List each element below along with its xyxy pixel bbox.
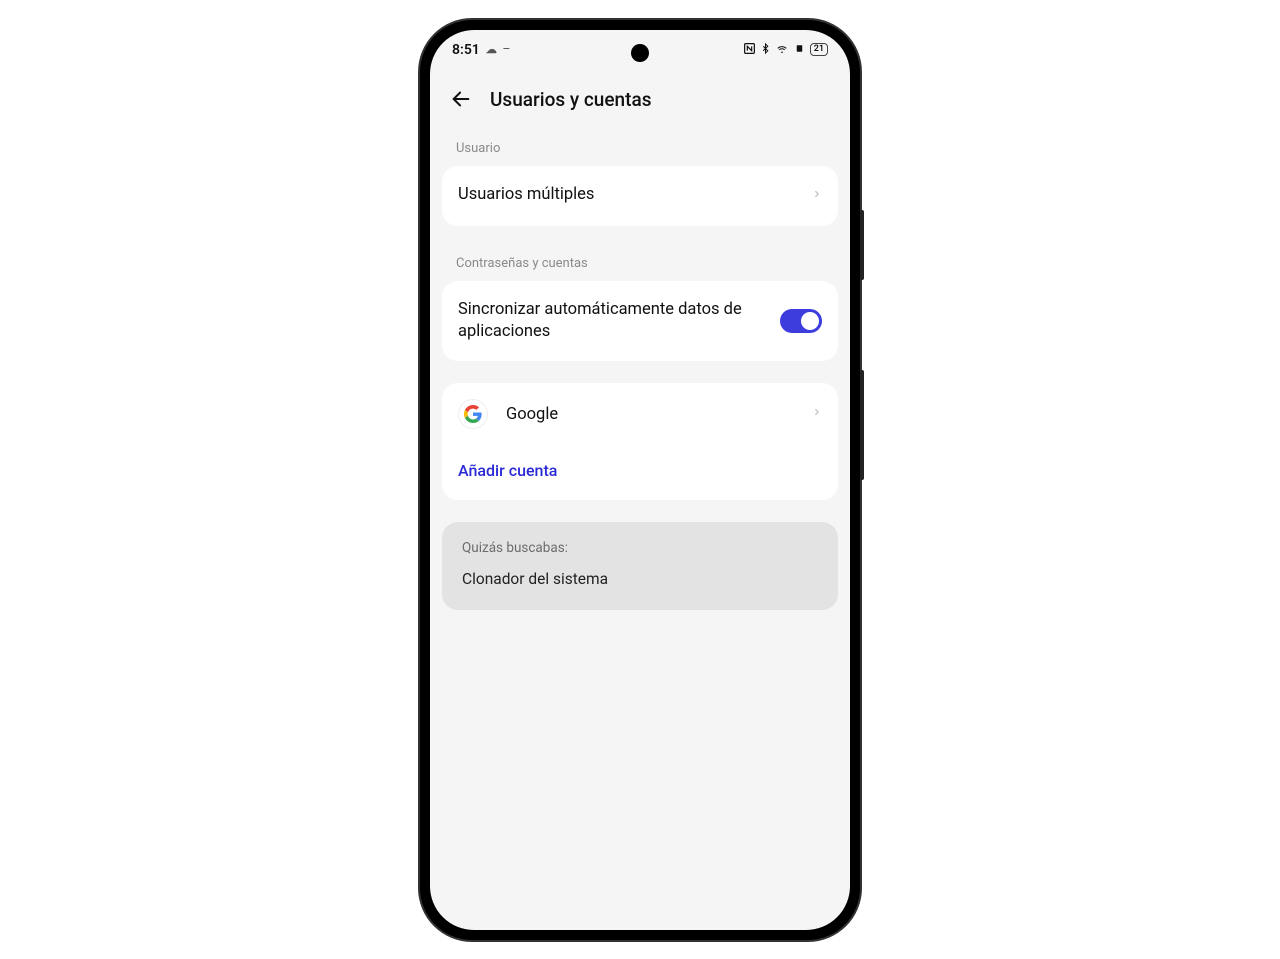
status-left: 8:51 ☁ — xyxy=(452,42,510,58)
wifi-icon xyxy=(775,42,789,58)
card-autosync: Sincronizar automáticamente datos de apl… xyxy=(442,281,838,362)
status-time: 8:51 xyxy=(452,42,480,58)
add-account-button[interactable]: Añadir cuenta xyxy=(442,445,838,500)
minus-icon: — xyxy=(503,45,510,55)
google-icon xyxy=(458,399,488,429)
row-google-account[interactable]: Google xyxy=(442,383,838,445)
content: Usuario Usuarios múltiples Contraseñas y… xyxy=(430,133,850,611)
section-label-user: Usuario xyxy=(442,133,838,166)
account-label: Google xyxy=(506,405,794,424)
toggle-knob xyxy=(801,312,819,330)
phone-frame: 8:51 ☁ — 21 xyxy=(420,20,860,940)
vibrate-icon xyxy=(793,43,806,57)
bluetooth-icon xyxy=(760,42,771,58)
card-accounts: Google Añadir cuenta xyxy=(442,383,838,500)
row-label: Usuarios múltiples xyxy=(458,184,812,206)
section-label-passwords: Contraseñas y cuentas xyxy=(442,248,838,281)
card-user: Usuarios múltiples xyxy=(442,166,838,226)
battery-icon: 21 xyxy=(810,43,828,56)
page-title: Usuarios y cuentas xyxy=(490,88,651,111)
row-auto-sync[interactable]: Sincronizar automáticamente datos de apl… xyxy=(442,281,838,362)
cloud-icon: ☁ xyxy=(486,43,497,56)
screen: 8:51 ☁ — 21 xyxy=(430,30,850,930)
suggestion-title: Quizás buscabas: xyxy=(462,540,818,556)
toggle-auto-sync[interactable] xyxy=(780,309,822,333)
nfc-icon xyxy=(743,42,756,58)
header: Usuarios y cuentas xyxy=(430,70,850,133)
status-right: 21 xyxy=(743,42,828,58)
back-button[interactable] xyxy=(450,88,472,110)
camera-cutout xyxy=(631,44,649,62)
phone-side-button xyxy=(860,210,864,280)
phone-side-button xyxy=(860,370,864,480)
row-multi-users[interactable]: Usuarios múltiples xyxy=(442,166,838,226)
arrow-left-icon xyxy=(450,88,472,110)
chevron-right-icon xyxy=(812,404,822,424)
suggestion-item[interactable]: Clonador del sistema xyxy=(462,570,818,588)
chevron-right-icon xyxy=(812,186,822,206)
suggestion-card: Quizás buscabas: Clonador del sistema xyxy=(442,522,838,610)
row-label: Sincronizar automáticamente datos de apl… xyxy=(458,299,780,344)
battery-level: 21 xyxy=(814,44,824,55)
